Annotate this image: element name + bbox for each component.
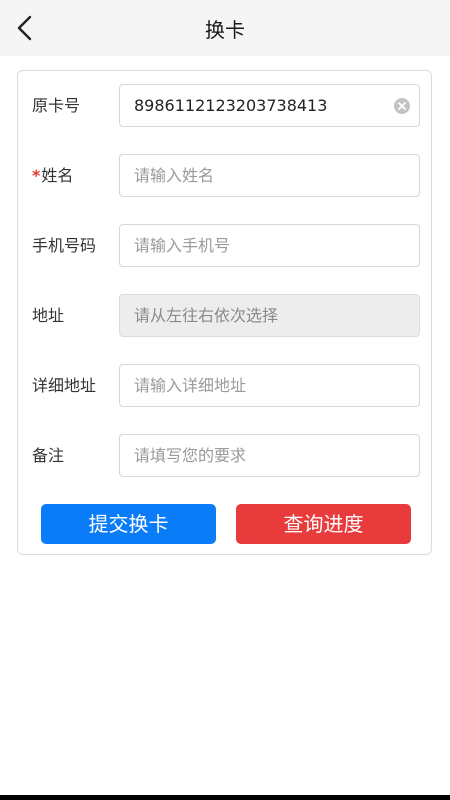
row-name: *姓名 <box>18 154 433 198</box>
name-label: 姓名 <box>41 166 74 185</box>
query-progress-button[interactable]: 查询进度 <box>236 504 411 544</box>
detail-address-input[interactable] <box>119 364 420 407</box>
phone-label: 手机号码 <box>32 236 97 255</box>
row-detail-address: 详细地址 <box>18 364 433 408</box>
phone-input[interactable] <box>119 224 420 267</box>
clear-button[interactable] <box>393 97 411 115</box>
clear-circle-icon <box>394 98 410 114</box>
address-picker[interactable] <box>119 294 420 337</box>
app-header: 换卡 <box>0 0 450 56</box>
row-phone: 手机号码 <box>18 224 433 268</box>
original-card-input[interactable] <box>119 84 420 127</box>
row-original-card: 原卡号 <box>18 84 433 128</box>
submit-change-button[interactable]: 提交换卡 <box>41 504 216 544</box>
row-remark: 备注 <box>18 434 433 478</box>
page-title: 换卡 <box>205 18 245 42</box>
original-card-label: 原卡号 <box>32 96 81 115</box>
required-mark: * <box>32 166 41 185</box>
detail-address-label: 详细地址 <box>32 376 97 395</box>
name-label-wrap: *姓名 <box>32 154 73 198</box>
remark-input[interactable] <box>119 434 420 477</box>
change-card-form: 原卡号 *姓名 手机号码 地址 详细地址 备注 提交换卡 查询进度 <box>17 70 432 555</box>
bottom-edge-bar <box>0 795 450 800</box>
address-label: 地址 <box>32 306 65 325</box>
name-input[interactable] <box>119 154 420 197</box>
row-address: 地址 <box>18 294 433 338</box>
remark-label: 备注 <box>32 446 65 465</box>
chevron-left-icon <box>17 15 32 41</box>
back-button[interactable] <box>10 12 42 44</box>
